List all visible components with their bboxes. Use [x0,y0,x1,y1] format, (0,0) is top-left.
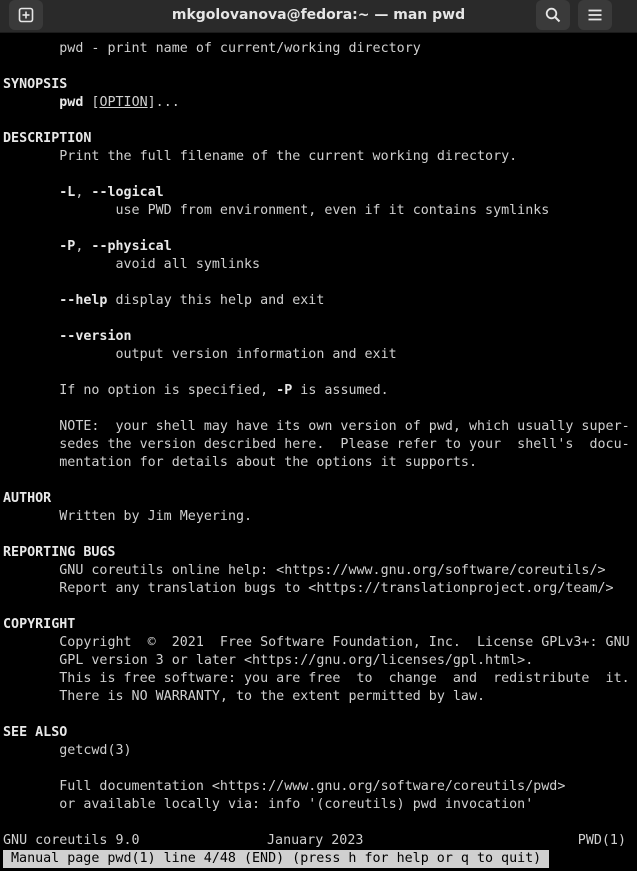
note-line-2: sedes the version described here. Please… [59,437,630,452]
new-tab-icon [18,7,34,23]
pager-status-line: Manual page pwd(1) line 4/48 (END) (pres… [3,850,550,868]
option-physical-desc: avoid all symlinks [115,257,261,272]
copyright-line-3: This is free software: you are free to c… [59,671,630,686]
copyright-heading: COPYRIGHT [3,617,76,632]
option-logical: -L, --logical [59,185,164,200]
option-help: --help display this help and exit [59,293,325,308]
hamburger-menu-icon [588,9,602,21]
header-bar: mkgolovanova@fedora:~ — man pwd [0,0,637,33]
search-icon [545,7,561,23]
see-also-heading: SEE ALSO [3,725,68,740]
option-version-desc: output version information and exit [115,347,397,362]
see-also-line-1: Full documentation <https://www.gnu.org/… [59,779,566,794]
menu-button[interactable] [578,0,612,30]
synopsis-line: pwd [OPTION]... [59,95,180,110]
note-line-1: NOTE: your shell may have its own versio… [59,419,630,434]
bugs-line-1: GNU coreutils online help: <https://www.… [59,563,606,578]
option-physical: -P, --physical [59,239,172,254]
new-tab-button[interactable] [9,0,43,30]
bugs-line-2: Report any translation bugs to <https://… [59,581,614,596]
copyright-line-1: Copyright © 2021 Free Software Foundatio… [59,635,630,650]
search-button[interactable] [536,0,570,30]
terminal-window: mkgolovanova@fedora:~ — man pwd pwd - pr… [0,0,637,871]
copyright-line-2: GPL version 3 or later <https://gnu.org/… [59,653,534,668]
footer-right: PWD(1) [577,833,626,848]
man-name-line: pwd - print name of current/working dire… [59,41,421,56]
default-option-note: If no option is specified, -P is assumed… [59,383,389,398]
author-heading: AUTHOR [3,491,52,506]
terminal-content[interactable]: pwd - print name of current/working dire… [0,33,637,871]
see-also-line-2: or available locally via: info '(coreuti… [59,797,534,812]
description-heading: DESCRIPTION [3,131,92,146]
see-also-ref: getcwd(3) [59,743,132,758]
option-version: --version [59,329,132,344]
note-line-3: mentation for details about the options … [59,455,477,470]
bugs-heading: REPORTING BUGS [3,545,116,560]
author-text: Written by Jim Meyering. [59,509,253,524]
copyright-line-4: There is NO WARRANTY, to the extent perm… [59,689,486,704]
description-intro: Print the full filename of the current w… [59,149,518,164]
footer-left: GNU coreutils 9.0 [3,833,140,848]
option-logical-desc: use PWD from environment, even if it con… [115,203,550,218]
footer-center: January 2023 [267,833,364,848]
synopsis-heading: SYNOPSIS [3,77,68,92]
